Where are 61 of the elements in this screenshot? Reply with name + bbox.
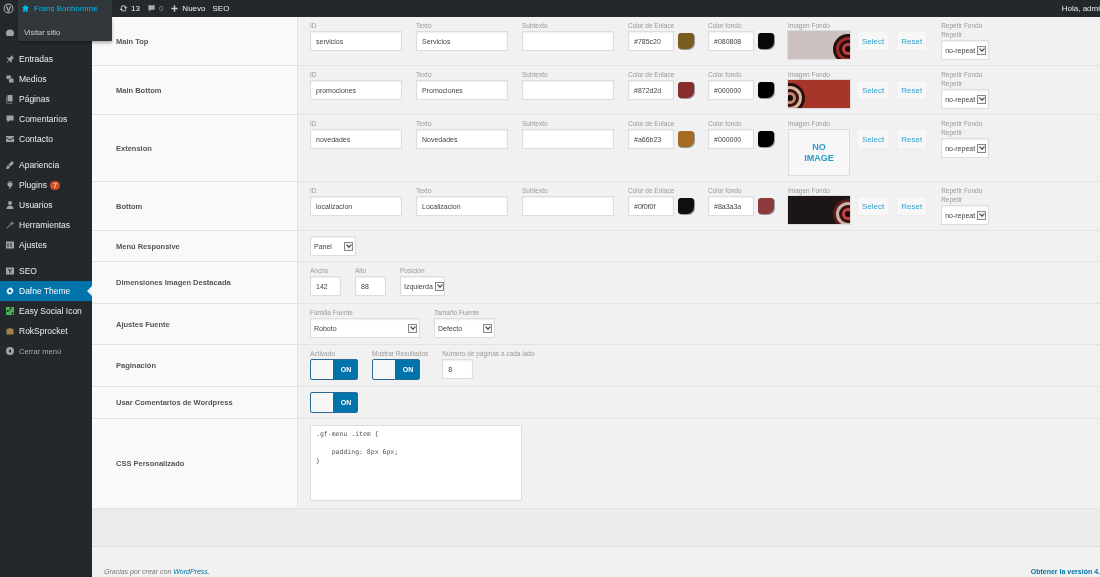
plus-icon (171, 5, 178, 12)
caret-icon (977, 210, 987, 220)
briefcase-icon (5, 326, 15, 336)
no-image-text: NO IMAGE (803, 141, 835, 164)
home-icon (21, 4, 30, 13)
color-swatch[interactable] (678, 33, 694, 49)
color-swatch[interactable] (678, 198, 694, 214)
new-link[interactable]: Nuevo (170, 4, 206, 13)
menu-item[interactable]: Comentarios (0, 109, 92, 129)
site-menu-link[interactable]: Frans Bonhomme (18, 0, 112, 17)
pin-icon (5, 54, 15, 64)
brush-icon (5, 160, 15, 170)
color-swatch[interactable] (758, 82, 774, 98)
comments-link[interactable]: 0 (146, 4, 164, 13)
caret-icon (977, 94, 987, 104)
color-swatch[interactable] (758, 198, 774, 214)
caret-icon (434, 281, 444, 291)
menu-item[interactable]: Herramientas (0, 215, 92, 235)
color-swatch[interactable] (678, 82, 694, 98)
share-icon (5, 306, 15, 316)
menu-item[interactable]: Apariencia (0, 155, 92, 175)
caret-icon (408, 323, 417, 333)
menu-item[interactable]: Usuarios (0, 195, 92, 215)
media-icon (5, 74, 15, 84)
caret-icon (977, 143, 987, 153)
menu-item[interactable]: Ajustes (0, 235, 92, 255)
text-field[interactable] (522, 80, 614, 100)
collapse-icon (5, 346, 15, 356)
menu-item[interactable]: Entradas (0, 49, 92, 69)
menu-item[interactable]: Easy Social Icon (0, 301, 92, 321)
text-field[interactable] (522, 129, 614, 149)
caret-icon (344, 241, 353, 251)
pages-icon (5, 94, 15, 104)
menu-item[interactable]: Dafne Theme (0, 281, 92, 301)
gauge-icon[interactable] (5, 28, 15, 38)
updates-link[interactable]: 13 (119, 4, 140, 13)
logo-icon (5, 266, 15, 276)
user-icon (5, 200, 15, 210)
greeting-link[interactable]: Hola, admi (1061, 4, 1100, 13)
menu-item[interactable]: Contacto (0, 129, 92, 149)
wordpress-logo-icon[interactable] (3, 3, 14, 14)
caret-icon (977, 45, 987, 55)
menu-item[interactable]: SEO (0, 261, 92, 281)
plug-icon (5, 180, 15, 190)
menu-item[interactable]: Medios (0, 69, 92, 89)
menu-item[interactable]: RokSprocket (0, 321, 92, 341)
caret-icon (483, 323, 492, 333)
wrench-icon (5, 220, 15, 230)
sliders-icon (5, 240, 15, 250)
color-swatch[interactable] (678, 131, 694, 147)
gear-icon (5, 286, 15, 296)
seo-link[interactable]: SEO (212, 4, 230, 13)
comment-icon (148, 5, 155, 12)
color-swatch[interactable] (758, 131, 774, 147)
refresh-icon (119, 5, 128, 12)
comment-icon (5, 114, 15, 124)
menu-item[interactable]: Páginas (0, 89, 92, 109)
color-swatch[interactable] (758, 33, 774, 49)
text-field[interactable] (522, 31, 614, 51)
envelope-icon (5, 134, 15, 144)
text-field[interactable] (522, 196, 614, 216)
